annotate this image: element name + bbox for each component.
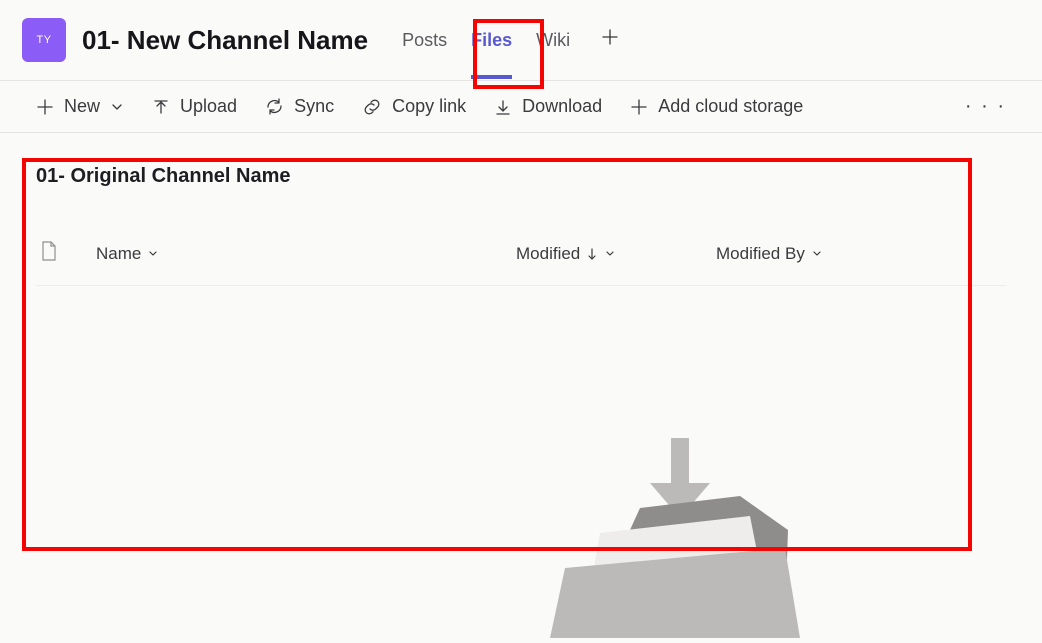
copylink-button[interactable]: Copy link (362, 96, 466, 117)
addcloud-label: Add cloud storage (658, 96, 803, 117)
chevron-down-icon (147, 248, 159, 260)
add-tab-button[interactable] (592, 26, 628, 54)
file-area: 01- Original Channel Name Name Modified … (0, 133, 1042, 286)
sort-down-icon (586, 247, 598, 261)
new-label: New (64, 96, 100, 117)
sync-button[interactable]: Sync (265, 96, 334, 117)
plus-icon (36, 98, 54, 116)
sync-label: Sync (294, 96, 334, 117)
upload-label: Upload (180, 96, 237, 117)
avatar[interactable]: TY (22, 18, 66, 62)
copylink-label: Copy link (392, 96, 466, 117)
tab-wiki[interactable]: Wiki (524, 26, 582, 55)
sync-icon (265, 97, 284, 116)
chevron-down-icon (110, 100, 124, 114)
file-toolbar: New Upload Sync Copy link Download Add c… (0, 80, 1042, 133)
channel-header: TY 01- New Channel Name Posts Files Wiki (0, 0, 1042, 80)
channel-title: 01- New Channel Name (82, 25, 368, 56)
tab-list: Posts Files Wiki (390, 26, 628, 55)
tab-posts[interactable]: Posts (390, 26, 459, 55)
column-modified-by-label: Modified By (716, 244, 805, 264)
column-name-label: Name (96, 244, 141, 264)
upload-button[interactable]: Upload (152, 96, 237, 117)
column-modified-label: Modified (516, 244, 580, 264)
column-headers: Name Modified Modified By (36, 240, 1006, 286)
tab-files[interactable]: Files (459, 26, 524, 55)
column-modified[interactable]: Modified (516, 244, 716, 264)
plus-icon (630, 98, 648, 116)
folder-title: 01- Original Channel Name (36, 165, 1006, 188)
addcloud-button[interactable]: Add cloud storage (630, 96, 803, 117)
download-icon (494, 98, 512, 116)
chevron-down-icon (604, 248, 616, 260)
upload-icon (152, 98, 170, 116)
empty-folder-illustration (530, 438, 830, 638)
chevron-down-icon (811, 248, 823, 260)
column-name[interactable]: Name (96, 244, 516, 264)
new-button[interactable]: New (36, 96, 124, 117)
more-button[interactable]: · · · (965, 95, 1006, 118)
avatar-initials: TY (36, 34, 51, 46)
download-button[interactable]: Download (494, 96, 602, 117)
link-icon (362, 97, 382, 117)
file-type-column-icon[interactable] (40, 240, 96, 267)
download-label: Download (522, 96, 602, 117)
column-modified-by[interactable]: Modified By (716, 244, 936, 264)
